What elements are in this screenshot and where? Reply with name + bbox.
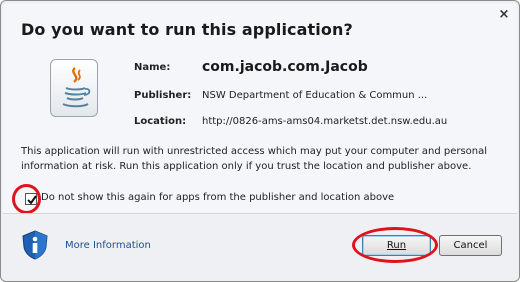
divider [3,213,517,214]
red-annotation-circle-run [352,227,438,263]
dialog-title: Do you want to run this application? [21,20,353,39]
name-value: com.jacob.com.Jacob [202,59,368,75]
security-dialog: × Do you want to run this application? N… [0,0,520,282]
java-icon [50,59,98,117]
info-shield-icon [21,230,49,260]
checkbox-label[interactable]: Do not show this again for apps from the… [41,192,394,203]
publisher-label: Publisher: [134,90,192,101]
location-value: http://0826-ams-ams04.marketst.det.nsw.e… [202,116,448,127]
name-label: Name: [134,62,171,73]
more-information-link[interactable]: More Information [65,240,151,251]
red-annotation-circle-checkbox [12,184,41,214]
cancel-button[interactable]: Cancel [439,235,502,256]
location-label: Location: [134,116,187,127]
publisher-value: NSW Department of Education & Commun ... [202,90,428,101]
close-icon[interactable]: × [496,7,512,23]
warning-text: This application will run with unrestric… [21,146,488,172]
